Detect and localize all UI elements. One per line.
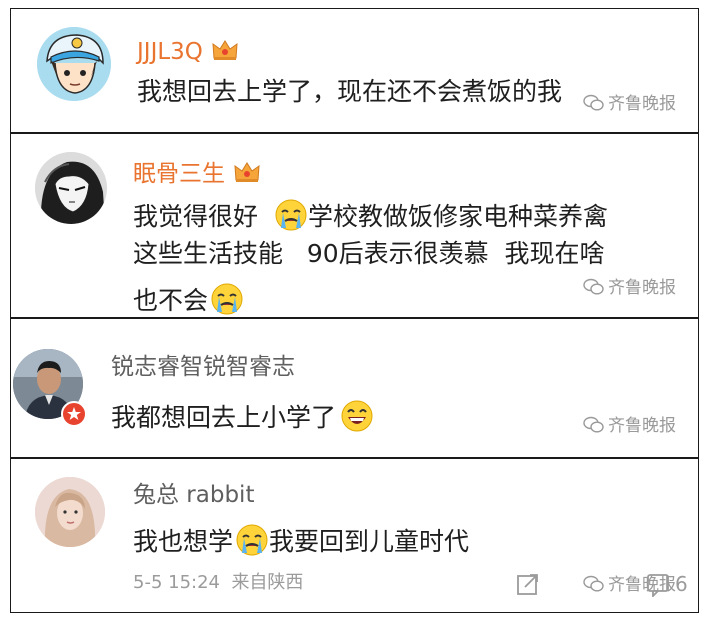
crown-icon bbox=[234, 162, 260, 182]
comment-meta: 5-5 15:24 来自陕西 bbox=[133, 572, 304, 593]
comment-text-line: 我也想学 我要回到儿童时代 bbox=[133, 523, 469, 557]
comment-text: 学校教做饭修家电种菜养禽 bbox=[307, 202, 608, 231]
crying-face-icon bbox=[275, 199, 307, 231]
username-text: JJJL3Q bbox=[137, 39, 203, 65]
username-text: 眠骨三生 bbox=[133, 161, 225, 187]
comment-card-3: 锐志睿智锐智睿志 我都想回去上小学了 齐鲁晚报 bbox=[10, 318, 699, 458]
username[interactable]: 眠骨三生 bbox=[133, 160, 261, 186]
watermark: 齐鲁晚报 bbox=[583, 94, 676, 113]
watermark: 齐鲁晚报 bbox=[583, 416, 676, 435]
comment-text-line-3: 也不会 bbox=[133, 282, 244, 316]
username[interactable]: JJJL3Q bbox=[137, 38, 239, 64]
crying-face-icon bbox=[236, 524, 268, 556]
star-icon bbox=[67, 407, 81, 420]
comment-count: 6 bbox=[675, 572, 688, 596]
comment-text: 我觉得很好 bbox=[133, 202, 259, 231]
wechat-icon bbox=[583, 416, 604, 433]
wechat-icon bbox=[583, 575, 604, 592]
avatar[interactable] bbox=[37, 27, 111, 101]
wechat-icon bbox=[583, 94, 604, 111]
username[interactable]: 锐志睿智锐智睿志 bbox=[111, 356, 295, 379]
comment-card-2: 眠骨三生 我觉得很好 学校教做饭修家电种菜养禽 这些生活技能 90后表示很羡慕 … bbox=[10, 133, 699, 318]
avatar[interactable] bbox=[35, 152, 107, 224]
comment-card-1: JJJL3Q 我想回去上学了，现在还不会煮饭的我 齐鲁晚报 bbox=[10, 8, 699, 133]
laughing-face-icon bbox=[341, 400, 373, 432]
comment-text: 我也想学 bbox=[133, 527, 234, 556]
comment-text: 我要回到儿童时代 bbox=[269, 527, 470, 556]
watermark-text: 齐鲁晚报 bbox=[608, 278, 676, 298]
crown-icon bbox=[212, 40, 238, 60]
comment-text: 我想回去上学了，现在还不会煮饭的我 bbox=[137, 77, 563, 106]
crying-face-icon bbox=[211, 283, 243, 315]
comment-card-4: 兔总 rabbit 我也想学 我要回到儿童时代 5-5 15:24 来自陕西 齐鲁… bbox=[10, 458, 699, 613]
comment-text-line: 我都想回去上小学了 bbox=[111, 399, 374, 433]
avatar[interactable] bbox=[35, 477, 105, 547]
comment-text-line-1: 我觉得很好 学校教做饭修家电种菜养禽 bbox=[133, 198, 608, 232]
watermark-text: 齐鲁晚报 bbox=[608, 94, 676, 114]
comment-icon[interactable] bbox=[645, 571, 671, 597]
repost-icon[interactable] bbox=[515, 571, 541, 597]
wechat-icon bbox=[583, 278, 604, 295]
verified-badge bbox=[61, 401, 87, 427]
comment-text-line-2: 这些生活技能 90后表示很羡慕 我现在啥 bbox=[133, 239, 605, 268]
watermark: 齐鲁晚报 bbox=[583, 278, 676, 297]
username[interactable]: 兔总 rabbit bbox=[133, 484, 254, 507]
comment-text: 也不会 bbox=[133, 286, 209, 315]
watermark-text: 齐鲁晚报 bbox=[608, 416, 676, 436]
comment-text: 我都想回去上小学了 bbox=[111, 403, 337, 432]
